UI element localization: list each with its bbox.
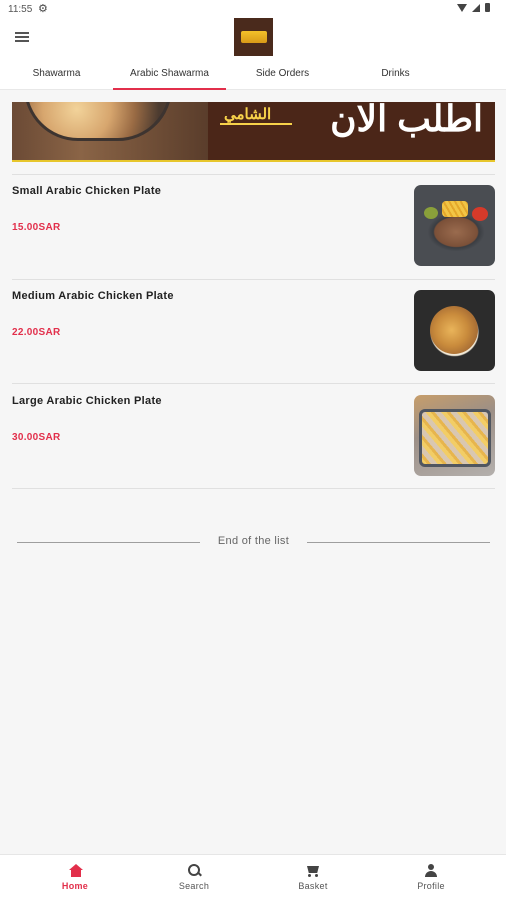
tab-drinks[interactable]: Drinks xyxy=(339,60,452,90)
item-image[interactable] xyxy=(414,290,495,371)
item-price: 22.00SAR xyxy=(12,327,61,338)
menu-item-large[interactable]: Large Arabic Chicken Plate 30.00SAR xyxy=(0,384,506,488)
category-tabs: Shawarma Arabic Shawarma Side Orders Dri… xyxy=(0,60,506,90)
item-name: Medium Arabic Chicken Plate xyxy=(12,290,174,302)
status-bar: 11:55 ⚙ xyxy=(0,0,506,18)
tab-side-orders[interactable]: Side Orders xyxy=(226,60,339,90)
tab-arabic-shawarma[interactable]: Arabic Shawarma xyxy=(113,60,226,90)
app-header xyxy=(0,18,506,60)
search-icon xyxy=(188,864,200,878)
basket-icon xyxy=(306,864,320,878)
brand-logo xyxy=(234,18,273,56)
nav-label: Search xyxy=(178,881,210,891)
nav-basket[interactable]: Basket xyxy=(250,855,376,900)
item-name: Large Arabic Chicken Plate xyxy=(12,395,162,407)
brand-logo-mark xyxy=(240,31,267,43)
tab-shawarma[interactable]: Shawarma xyxy=(0,60,113,90)
banner-panel: الشامي اطلب الان xyxy=(208,102,495,160)
divider xyxy=(12,488,495,489)
promo-banner[interactable]: الشامي اطلب الان xyxy=(12,102,495,162)
signal-icon xyxy=(472,3,480,12)
bottom-nav: Home Search Basket Profile xyxy=(0,854,506,900)
nav-label: Home xyxy=(61,881,89,891)
status-icons xyxy=(457,3,490,12)
banner-food-image xyxy=(12,102,208,160)
end-divider-right xyxy=(307,542,490,543)
nav-label: Basket xyxy=(298,881,328,891)
banner-brand: الشامي xyxy=(224,106,272,123)
menu-item-small[interactable]: Small Arabic Chicken Plate 15.00SAR xyxy=(0,174,506,278)
item-price: 15.00SAR xyxy=(12,222,61,233)
wifi-icon xyxy=(457,3,467,12)
banner-headline: اطلب الان xyxy=(330,102,483,139)
nav-home[interactable]: Home xyxy=(12,855,138,900)
nav-label: Profile xyxy=(417,881,445,891)
item-name: Small Arabic Chicken Plate xyxy=(12,185,162,197)
menu-item-medium[interactable]: Medium Arabic Chicken Plate 22.00SAR xyxy=(0,279,506,383)
nav-profile[interactable]: Profile xyxy=(368,855,494,900)
item-image[interactable] xyxy=(414,185,495,266)
nav-search[interactable]: Search xyxy=(131,855,257,900)
menu-icon[interactable] xyxy=(15,32,29,42)
item-price: 30.00SAR xyxy=(12,432,61,443)
battery-icon xyxy=(485,3,490,12)
end-divider-left xyxy=(17,542,200,543)
status-time: 11:55 xyxy=(8,4,33,15)
end-of-list-label: End of the list xyxy=(217,535,290,547)
profile-icon xyxy=(425,864,437,878)
item-image[interactable] xyxy=(414,395,495,476)
home-icon xyxy=(68,864,83,878)
gear-icon: ⚙ xyxy=(38,3,48,15)
